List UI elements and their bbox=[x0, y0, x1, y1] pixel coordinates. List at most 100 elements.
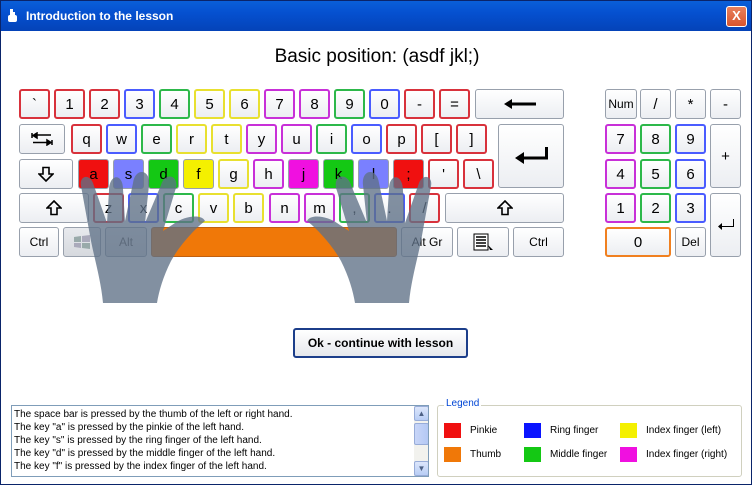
numpad-8: 8 bbox=[640, 124, 671, 154]
key-windows bbox=[63, 227, 101, 257]
numpad-9: 9 bbox=[675, 124, 706, 154]
scroll-thumb[interactable] bbox=[414, 423, 428, 445]
key-3: 3 bbox=[124, 89, 155, 119]
legend-item-index-right: Index finger (right) bbox=[620, 446, 727, 462]
key-f: f bbox=[183, 159, 214, 189]
numpad-3: 3 bbox=[675, 193, 706, 223]
key-ctrl-left: Ctrl bbox=[19, 227, 59, 257]
legend-label: Thumb bbox=[470, 448, 502, 460]
key-tab bbox=[19, 124, 65, 154]
numpad-6: 6 bbox=[675, 159, 706, 189]
index-right-swatch bbox=[620, 446, 637, 462]
legend-label: Pinkie bbox=[470, 424, 498, 436]
key-s: s bbox=[113, 159, 144, 189]
key-g: g bbox=[218, 159, 249, 189]
close-button[interactable]: X bbox=[726, 6, 747, 27]
key-backslash: \ bbox=[463, 159, 494, 189]
key-ctrl-right: Ctrl bbox=[513, 227, 564, 257]
key-2: 2 bbox=[89, 89, 120, 119]
key-m: m bbox=[304, 193, 335, 223]
key-h: h bbox=[253, 159, 284, 189]
numpad-num-lock: Num bbox=[605, 89, 637, 119]
key-quote: ' bbox=[428, 159, 459, 189]
key-caps-lock bbox=[19, 159, 73, 189]
tab-arrows-icon bbox=[31, 132, 53, 146]
key-shift-left bbox=[19, 193, 89, 223]
key-j: j bbox=[288, 159, 319, 189]
title-bar[interactable]: Introduction to the lesson X bbox=[1, 1, 751, 31]
scroll-up-button[interactable]: ▲ bbox=[414, 406, 428, 421]
numpad-delete: Del bbox=[675, 227, 706, 257]
key-alt: Alt bbox=[105, 227, 147, 257]
window-title: Introduction to the lesson bbox=[26, 9, 174, 23]
app-icon bbox=[8, 9, 17, 22]
list-item: The key "d" is pressed by the middle fin… bbox=[14, 448, 276, 459]
key-i: i bbox=[316, 124, 347, 154]
thumb-swatch bbox=[444, 446, 461, 462]
legend-item-ring: Ring finger bbox=[524, 422, 598, 438]
key-d: d bbox=[148, 159, 179, 189]
lesson-heading: Basic position: (asdf jkl;) bbox=[274, 46, 480, 67]
ok-continue-button[interactable]: Ok - continue with lesson bbox=[293, 328, 468, 358]
legend-label: Middle finger bbox=[550, 448, 608, 460]
legend-label: Ring finger bbox=[550, 424, 599, 436]
legend-label: Index finger (right) bbox=[646, 448, 728, 460]
key-equals: = bbox=[439, 89, 470, 119]
enter-arrow-icon bbox=[515, 147, 548, 164]
key-alt-gr: Alt Gr bbox=[401, 227, 453, 257]
numpad-5: 5 bbox=[640, 159, 671, 189]
shift-arrow-icon bbox=[496, 200, 513, 216]
vertical-scrollbar[interactable]: ▲ ▼ bbox=[414, 406, 428, 476]
shift-arrow-icon bbox=[46, 200, 62, 216]
key-menu bbox=[457, 227, 509, 257]
numpad-enter bbox=[710, 193, 741, 257]
list-item: The key "f" is pressed by the index fing… bbox=[14, 461, 267, 472]
legend-label: Index finger (left) bbox=[646, 424, 722, 436]
key-u: u bbox=[281, 124, 312, 154]
scroll-down-button[interactable]: ▼ bbox=[414, 461, 428, 476]
lesson-intro-window: Introduction to the lesson X Basic posit… bbox=[0, 0, 752, 485]
key-enter bbox=[498, 124, 564, 188]
numpad-0: 0 bbox=[605, 227, 671, 257]
middle-swatch bbox=[524, 446, 541, 462]
numpad-divide: / bbox=[640, 89, 671, 119]
key-backtick: ` bbox=[19, 89, 50, 119]
key-8: 8 bbox=[299, 89, 330, 119]
key-shift-right bbox=[445, 193, 564, 223]
index-left-swatch bbox=[620, 422, 637, 438]
key-b: b bbox=[233, 193, 264, 223]
legend-group: Legend Pinkie Ring finger Index finger (… bbox=[437, 398, 742, 477]
numpad-plus: + bbox=[710, 124, 741, 188]
arrow-down-icon bbox=[38, 166, 54, 182]
windows-logo-icon bbox=[74, 235, 90, 249]
key-6: 6 bbox=[229, 89, 260, 119]
legend-item-thumb: Thumb bbox=[444, 446, 501, 462]
key-0: 0 bbox=[369, 89, 400, 119]
key-r: r bbox=[176, 124, 207, 154]
pinkie-swatch bbox=[444, 422, 461, 438]
numpad-4: 4 bbox=[605, 159, 636, 189]
legend-item-pinkie: Pinkie bbox=[444, 422, 497, 438]
key-5: 5 bbox=[194, 89, 225, 119]
key-1: 1 bbox=[54, 89, 85, 119]
numpad-2: 2 bbox=[640, 193, 671, 223]
instructions-list[interactable]: The space bar is pressed by the thumb of… bbox=[11, 405, 429, 477]
key-c: c bbox=[163, 193, 194, 223]
legend-title: Legend bbox=[444, 398, 482, 409]
key-o: o bbox=[351, 124, 382, 154]
arrow-left-icon bbox=[503, 99, 536, 109]
key-p: p bbox=[386, 124, 417, 154]
key-v: v bbox=[198, 193, 229, 223]
menu-key-icon bbox=[473, 233, 493, 251]
numpad-7: 7 bbox=[605, 124, 636, 154]
key-n: n bbox=[269, 193, 300, 223]
enter-arrow-icon bbox=[717, 219, 734, 230]
instructions-text: The space bar is pressed by the thumb of… bbox=[14, 408, 412, 473]
numpad-1: 1 bbox=[605, 193, 636, 223]
key-x: x bbox=[128, 193, 159, 223]
key-t: t bbox=[211, 124, 242, 154]
list-item: The key "a" is pressed by the pinkie of … bbox=[14, 422, 245, 433]
key-k: k bbox=[323, 159, 354, 189]
legend-item-index-left: Index finger (left) bbox=[620, 422, 721, 438]
key-a: a bbox=[78, 159, 109, 189]
